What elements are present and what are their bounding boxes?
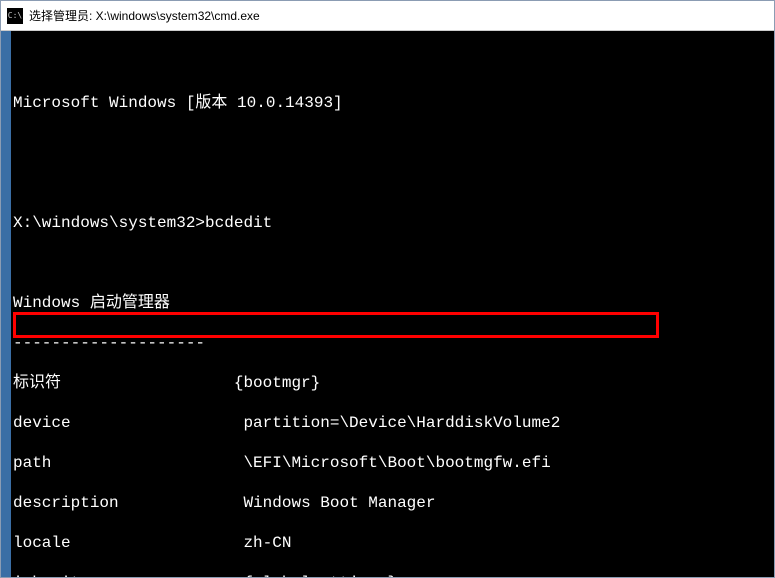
version-line: Microsoft Windows [版本 10.0.14393] bbox=[13, 93, 774, 113]
bootmgr-locale: locale zh-CN bbox=[13, 533, 774, 553]
terminal-area[interactable]: Microsoft Windows [版本 10.0.14393] X:\win… bbox=[1, 31, 774, 577]
bootmgr-description: description Windows Boot Manager bbox=[13, 493, 774, 513]
cmd-window: C:\ 选择管理员: X:\windows\system32\cmd.exe M… bbox=[0, 0, 775, 578]
prompt-line: X:\windows\system32>bcdedit bbox=[13, 213, 774, 233]
bootmgr-identifier: 标识符 {bootmgr} bbox=[13, 373, 774, 393]
titlebar[interactable]: C:\ 选择管理员: X:\windows\system32\cmd.exe bbox=[1, 1, 774, 31]
bootmgr-inherit: inherit {globalsettings} bbox=[13, 573, 774, 577]
bootmgr-device: device partition=\Device\HarddiskVolume2 bbox=[13, 413, 774, 433]
blank-line bbox=[13, 173, 774, 193]
window-title: 选择管理员: X:\windows\system32\cmd.exe bbox=[29, 7, 260, 24]
section-title: Windows 启动管理器 bbox=[13, 293, 774, 313]
blank-line bbox=[13, 253, 774, 273]
section-divider: -------------------- bbox=[13, 333, 774, 353]
blank-line bbox=[13, 133, 774, 153]
window-left-border bbox=[1, 31, 11, 577]
bootmgr-path: path \EFI\Microsoft\Boot\bootmgfw.efi bbox=[13, 453, 774, 473]
cmd-icon: C:\ bbox=[7, 8, 23, 24]
